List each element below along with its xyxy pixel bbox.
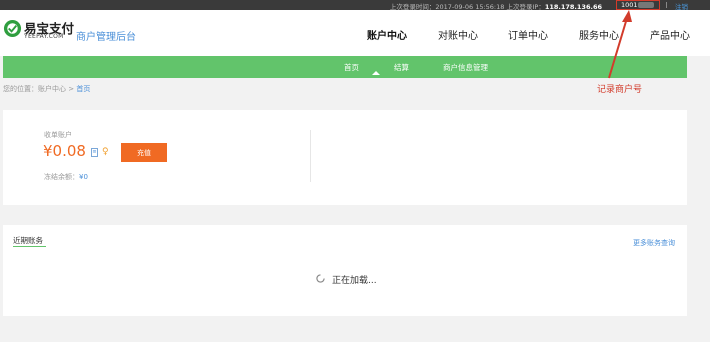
document-icon[interactable]: ≡ (91, 148, 98, 157)
frozen-value: ¥0 (79, 173, 88, 181)
nav-reconciliation-center[interactable]: 对账中心 (438, 27, 478, 42)
title-underline (13, 246, 46, 247)
breadcrumb-current[interactable]: 首页 (76, 85, 90, 93)
breadcrumb: 您的位置：账户中心 > 首页 (3, 84, 90, 94)
account-label: 收单账户 (44, 131, 72, 139)
active-tab-caret (372, 71, 380, 75)
loading-spinner-icon (316, 274, 325, 283)
frozen-balance: 冻结余额：¥0 (44, 172, 88, 182)
tab-merchant-info[interactable]: 商户信息管理 (443, 62, 488, 73)
lightbulb-icon[interactable]: ♀ (102, 147, 109, 157)
card-divider (310, 130, 311, 182)
nav-order-center[interactable]: 订单中心 (508, 27, 548, 42)
yeepay-logo-icon (3, 19, 22, 38)
nav-product-center[interactable]: 产品中心 (650, 27, 690, 42)
nav-service-center[interactable]: 服务中心 (579, 27, 619, 42)
account-card: 收单账户 ¥0.08 ≡ ♀ 充值 冻结余额：¥0 (3, 110, 687, 205)
sub-nav: 首页 结算 商户信息管理 (3, 56, 687, 78)
annotation-note: 记录商户号 (597, 85, 643, 95)
merchant-number-box: 100198 (616, 0, 660, 17)
recharge-button[interactable]: 充值 (121, 143, 167, 162)
header: 易宝支付 YEEPAY.COM 商户管理后台 账户中心 对账中心 订单中心 服务… (0, 10, 710, 56)
tab-home[interactable]: 首页 (344, 62, 359, 73)
portal-subtitle: 商户管理后台 (76, 32, 136, 43)
recent-transactions-card: 近期账务 更多账务查询 正在加载... (3, 225, 687, 316)
nav-account-center[interactable]: 账户中心 (367, 27, 407, 42)
tab-settlement[interactable]: 结算 (394, 62, 409, 73)
logo-text-en: YEEPAY.COM (24, 33, 64, 40)
merchant-number-prefix: 1001 (621, 1, 638, 9)
frozen-label: 冻结余额： (44, 173, 79, 181)
top-info-bar: 上次登录时间：2017-09-06 15:56:18 上次登录IP：118.17… (0, 0, 710, 17)
account-balance: ¥0.08 (43, 142, 86, 160)
topbar-divider (666, 2, 667, 8)
more-transactions-link[interactable]: 更多账务查询 (633, 238, 675, 248)
merchant-number-mask (637, 2, 654, 8)
breadcrumb-path: 您的位置：账户中心 > (3, 85, 75, 93)
recent-transactions-title: 近期账务 (13, 236, 43, 245)
loading-text: 正在加载... (332, 276, 377, 286)
